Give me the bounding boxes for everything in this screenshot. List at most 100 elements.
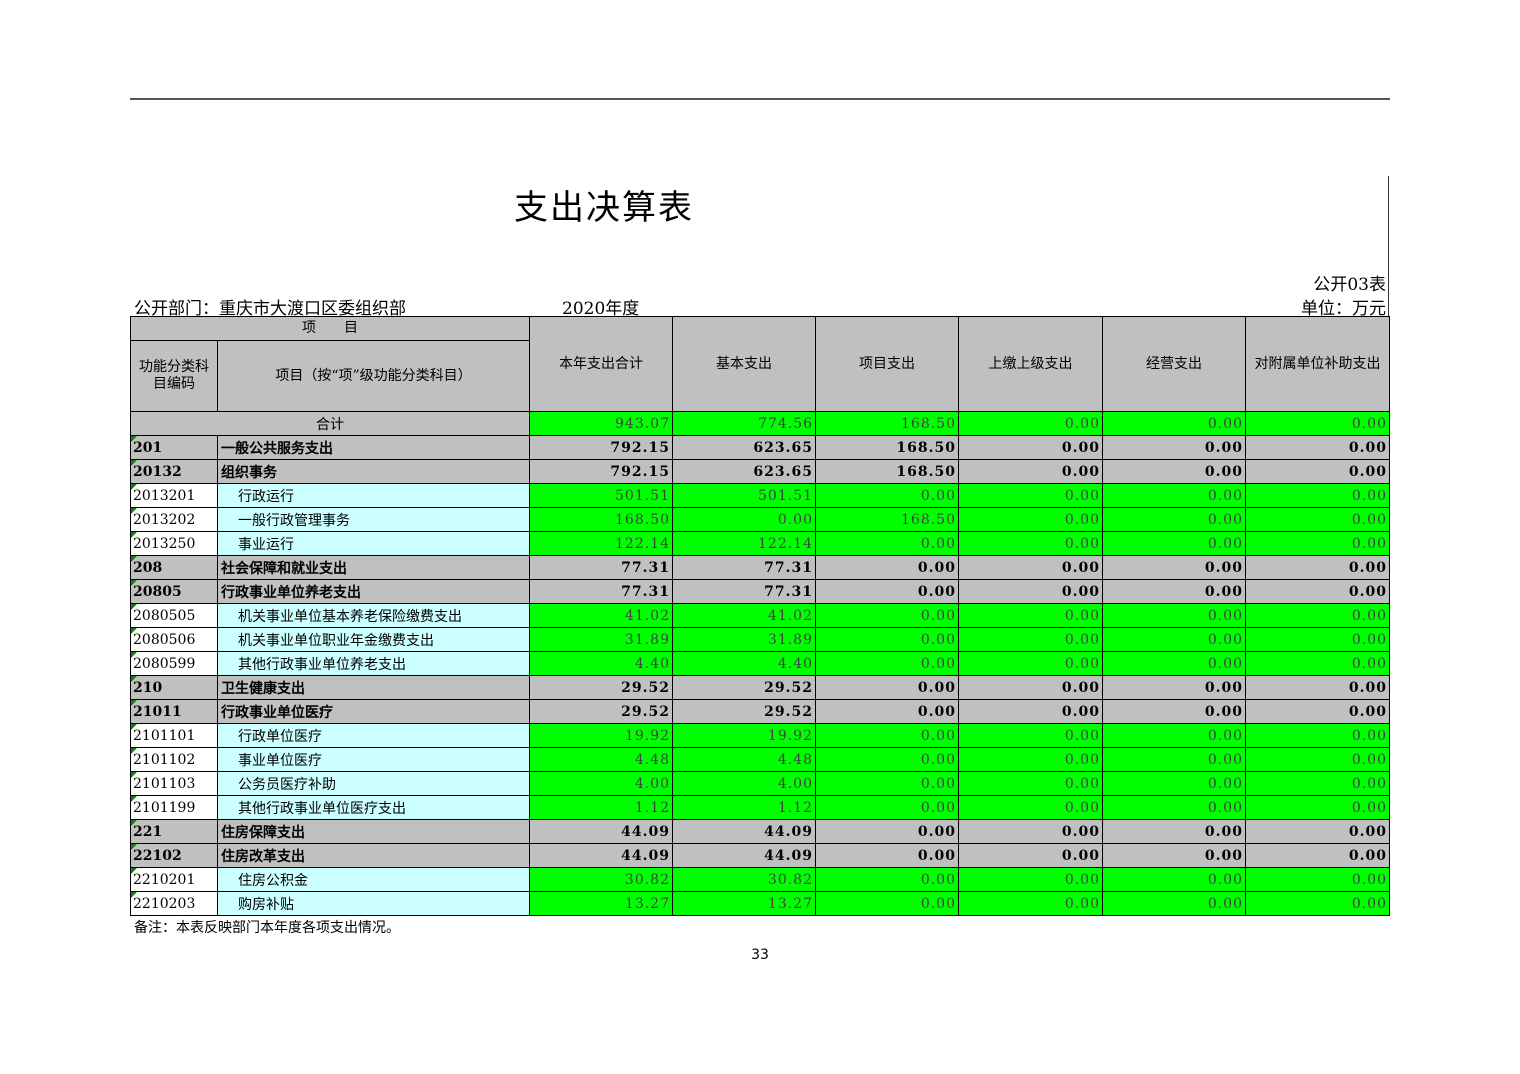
table-row: 2013201 行政运行 501.51 501.51 0.00 0.00 0.00 0.00 xyxy=(130,483,1390,508)
basic-amount-cell: 44.09 xyxy=(672,843,816,868)
total-amount-cell: 29.52 xyxy=(529,675,673,700)
subsidy-amount-cell: 0.00 xyxy=(1245,843,1390,868)
table-row: 2101199 其他行政事业单位医疗支出 1.12 1.12 0.00 0.00 0.00 0… xyxy=(130,795,1390,820)
upper-amount-cell: 0.00 xyxy=(958,579,1103,604)
total-amount-cell: 29.52 xyxy=(529,699,673,724)
function-code-cell: 2080506 xyxy=(130,627,218,652)
table-row: 221 住房保障支出 44.09 44.09 0.00 0.00 0.00 0.00 xyxy=(130,819,1390,844)
table-row: 2013250 事业运行 122.14 122.14 0.00 0.00 0.00 0.00 xyxy=(130,531,1390,556)
subsidy-amount-cell: 0.00 xyxy=(1245,603,1390,628)
table-row: 2210201 住房公积金 30.82 30.82 0.00 0.00 0.00 0.00 xyxy=(130,867,1390,892)
function-code-cell: 20132 xyxy=(130,459,218,484)
total-amount-cell: 19.92 xyxy=(529,723,673,748)
expenditure-table: 项 目 本年支出合计 基本支出 项目支出 上缴上级支出 经营支出 对附属单位补助… xyxy=(130,316,1390,916)
upper-amount-cell: 0.00 xyxy=(958,867,1103,892)
total-basic-cell: 774.56 xyxy=(672,411,816,436)
upper-amount-cell: 0.00 xyxy=(958,651,1103,676)
project-amount-cell: 0.00 xyxy=(815,627,959,652)
business-amount-cell: 0.00 xyxy=(1102,555,1246,580)
table-number: 公开03表 xyxy=(1313,275,1386,295)
basic-amount-cell: 77.31 xyxy=(672,555,816,580)
item-name-cell: 购房补贴 xyxy=(217,891,530,916)
function-code-cell: 210 xyxy=(130,675,218,700)
project-amount-cell: 168.50 xyxy=(815,507,959,532)
total-amount-cell: 41.02 xyxy=(529,603,673,628)
total-amount-cell: 77.31 xyxy=(529,555,673,580)
function-code-cell: 2210201 xyxy=(130,867,218,892)
business-amount-cell: 0.00 xyxy=(1102,579,1246,604)
project-amount-cell: 0.00 xyxy=(815,651,959,676)
total-amount-cell: 31.89 xyxy=(529,627,673,652)
item-name-cell: 卫生健康支出 xyxy=(217,675,530,700)
basic-amount-cell: 41.02 xyxy=(672,603,816,628)
upper-amount-cell: 0.00 xyxy=(958,795,1103,820)
total-amount-cell: 44.09 xyxy=(529,843,673,868)
function-code-cell: 2101102 xyxy=(130,747,218,772)
business-amount-cell: 0.00 xyxy=(1102,651,1246,676)
table-row: 2101101 行政单位医疗 19.92 19.92 0.00 0.00 0.00 0.00 xyxy=(130,723,1390,748)
total-amount-cell: 501.51 xyxy=(529,483,673,508)
subsidy-amount-cell: 0.00 xyxy=(1245,459,1390,484)
header-business: 经营支出 xyxy=(1102,316,1246,412)
header-item: 项 目 xyxy=(130,316,530,341)
upper-amount-cell: 0.00 xyxy=(958,483,1103,508)
function-code-cell: 2080599 xyxy=(130,651,218,676)
business-amount-cell: 0.00 xyxy=(1102,531,1246,556)
table-row: 2210203 购房补贴 13.27 13.27 0.00 0.00 0.00 0.00 xyxy=(130,891,1390,916)
business-amount-cell: 0.00 xyxy=(1102,771,1246,796)
item-name-cell: 行政事业单位养老支出 xyxy=(217,579,530,604)
total-amount-cell: 792.15 xyxy=(529,459,673,484)
business-amount-cell: 0.00 xyxy=(1102,507,1246,532)
project-amount-cell: 0.00 xyxy=(815,579,959,604)
subsidy-amount-cell: 0.00 xyxy=(1245,651,1390,676)
project-amount-cell: 0.00 xyxy=(815,531,959,556)
basic-amount-cell: 19.92 xyxy=(672,723,816,748)
basic-amount-cell: 44.09 xyxy=(672,819,816,844)
item-name-cell: 事业运行 xyxy=(217,531,530,556)
business-amount-cell: 0.00 xyxy=(1102,747,1246,772)
total-amount-cell: 792.15 xyxy=(529,435,673,460)
table-row: 2080505 机关事业单位基本养老保险缴费支出 41.02 41.02 0.00 0.0… xyxy=(130,603,1390,628)
page-title: 支出决算表 xyxy=(514,188,694,228)
subsidy-amount-cell: 0.00 xyxy=(1245,507,1390,532)
header-code: 功能分类科目编码 xyxy=(130,340,218,412)
header-total: 本年支出合计 xyxy=(529,316,673,412)
function-code-cell: 2013202 xyxy=(130,507,218,532)
function-code-cell: 201 xyxy=(130,435,218,460)
subsidy-amount-cell: 0.00 xyxy=(1245,891,1390,916)
project-amount-cell: 0.00 xyxy=(815,723,959,748)
subsidy-amount-cell: 0.00 xyxy=(1245,435,1390,460)
function-code-cell: 2101103 xyxy=(130,771,218,796)
business-amount-cell: 0.00 xyxy=(1102,603,1246,628)
total-amount-cell: 1.12 xyxy=(529,795,673,820)
project-amount-cell: 0.00 xyxy=(815,891,959,916)
upper-amount-cell: 0.00 xyxy=(958,627,1103,652)
upper-amount-cell: 0.00 xyxy=(958,603,1103,628)
upper-amount-cell: 0.00 xyxy=(958,555,1103,580)
right-border-line xyxy=(1388,176,1389,316)
project-amount-cell: 0.00 xyxy=(815,795,959,820)
project-amount-cell: 0.00 xyxy=(815,483,959,508)
header-project: 项目支出 xyxy=(815,316,959,412)
upper-amount-cell: 0.00 xyxy=(958,699,1103,724)
item-name-cell: 事业单位医疗 xyxy=(217,747,530,772)
total-cell: 943.07 xyxy=(529,411,673,436)
total-upper-cell: 0.00 xyxy=(958,411,1103,436)
total-amount-cell: 77.31 xyxy=(529,579,673,604)
total-amount-cell: 168.50 xyxy=(529,507,673,532)
upper-amount-cell: 0.00 xyxy=(958,435,1103,460)
project-amount-cell: 0.00 xyxy=(815,819,959,844)
basic-amount-cell: 29.52 xyxy=(672,675,816,700)
project-amount-cell: 0.00 xyxy=(815,843,959,868)
business-amount-cell: 0.00 xyxy=(1102,483,1246,508)
subsidy-amount-cell: 0.00 xyxy=(1245,555,1390,580)
item-name-cell: 行政运行 xyxy=(217,483,530,508)
upper-amount-cell: 0.00 xyxy=(958,843,1103,868)
item-name-cell: 住房改革支出 xyxy=(217,843,530,868)
total-row: 合计 943.07 774.56 168.50 0.00 0.00 0.00 xyxy=(130,411,1390,436)
function-code-cell: 2013201 xyxy=(130,483,218,508)
item-name-cell: 行政事业单位医疗 xyxy=(217,699,530,724)
table-row: 20805 行政事业单位养老支出 77.31 77.31 0.00 0.00 0.00 0.0… xyxy=(130,579,1390,604)
total-amount-cell: 122.14 xyxy=(529,531,673,556)
basic-amount-cell: 30.82 xyxy=(672,867,816,892)
